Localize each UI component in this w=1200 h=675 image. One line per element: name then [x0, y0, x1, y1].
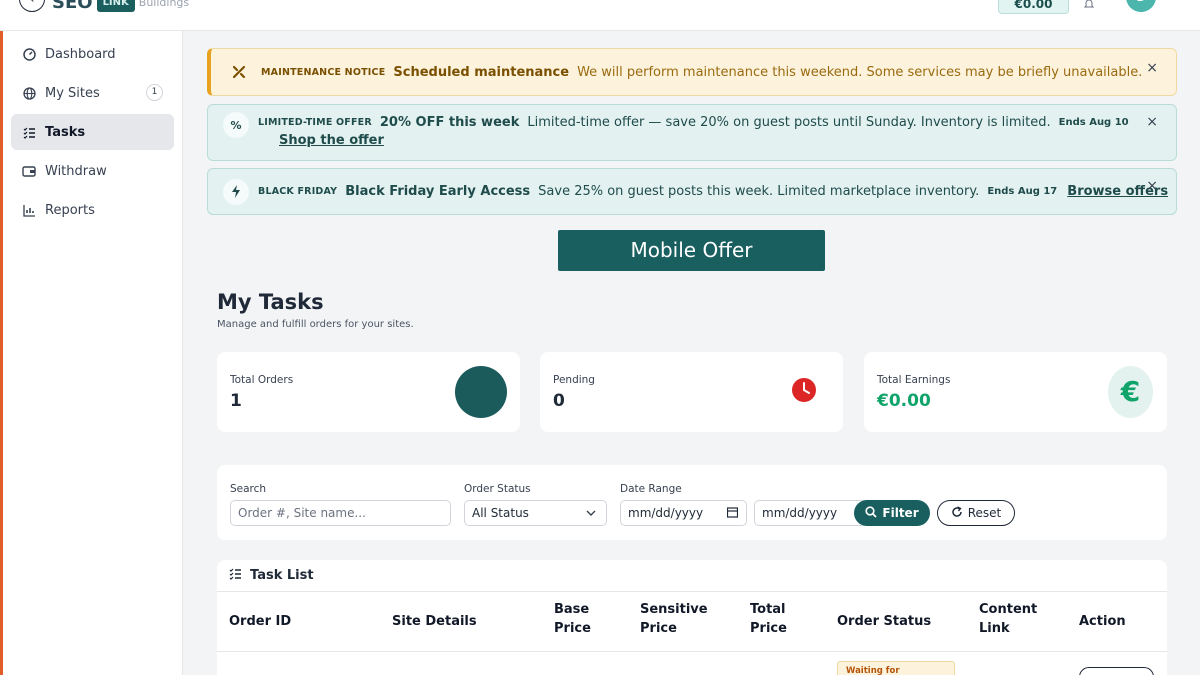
banner-tag: BLACK FRIDAY [258, 186, 338, 197]
wallet-icon [22, 164, 36, 178]
task-list-header: Task List [217, 560, 1167, 592]
chevron-down-icon [586, 501, 596, 533]
column-header-action[interactable]: Action [1079, 612, 1126, 631]
logo-subtext: Buildings [138, 0, 190, 9]
tools-icon [226, 59, 252, 85]
reset-button[interactable]: Reset [937, 500, 1015, 526]
header-divider [217, 651, 1167, 652]
banner-title: 20% OFF this week [379, 115, 520, 130]
close-icon[interactable]: × [1146, 114, 1158, 130]
sidebar-item-label: My Sites [45, 85, 100, 101]
calendar-icon [726, 501, 739, 533]
search-icon [865, 505, 878, 521]
orders-icon [455, 366, 507, 418]
page-subtitle: Manage and fulfill orders for your sites… [217, 319, 414, 330]
shop-offer-link[interactable]: Shop the offer [279, 133, 384, 148]
banner-tag: LIMITED-TIME OFFER [258, 117, 372, 128]
task-list-title: Task List [250, 568, 314, 583]
stat-value: 1 [230, 391, 242, 411]
pending-card: Pending 0 [540, 352, 843, 432]
percent-icon: % [223, 112, 249, 138]
lightning-icon [223, 178, 249, 205]
filter-button-label: Filter [882, 506, 919, 520]
sidebar-item-tasks[interactable]: Tasks [11, 114, 174, 150]
banner-message: Limited-time offer — save 20% on guest p… [527, 115, 1051, 130]
search-input[interactable] [230, 500, 451, 526]
logo-box: LINK [96, 0, 135, 12]
list-checks-icon [229, 568, 242, 584]
clock-icon [791, 377, 817, 407]
bell-icon[interactable] [1083, 0, 1095, 13]
tasks-icon [22, 125, 36, 139]
column-header-content-link[interactable]: Content Link [979, 600, 1044, 638]
sidebar-item-label: Withdraw [45, 163, 107, 179]
dashboard-icon [22, 47, 36, 61]
date-from-input[interactable]: mm/dd/yyyy [620, 500, 747, 526]
sidebar: Dashboard My Sites 1 Tasks Withdraw Repo… [0, 31, 183, 675]
banner-ends-date: Ends Aug 10 [1058, 117, 1129, 128]
stat-value: €0.00 [877, 391, 931, 411]
top-bar: ‹ SEO LINK Buildings €0.00 D [0, 0, 1200, 31]
refresh-icon [951, 505, 963, 521]
banner-message: We will perform maintenance this weekend… [577, 64, 1143, 80]
sidebar-accent-bar [0, 31, 3, 675]
stat-label: Total Orders [230, 374, 294, 386]
maintenance-banner: MAINTENANCE NOTICE Scheduled maintenance… [207, 48, 1177, 96]
balance-pill[interactable]: €0.00 [998, 0, 1069, 14]
status-badge: Waiting for [837, 661, 955, 675]
column-header-total-price[interactable]: Total Price [750, 600, 800, 638]
stat-value: 0 [553, 391, 565, 411]
chart-icon [22, 203, 36, 217]
date-to-input[interactable]: mm/dd/yyyy [754, 500, 864, 526]
page-title: My Tasks [217, 290, 324, 314]
order-status-value: All Status [472, 506, 529, 520]
filters-panel: Search Order Status All Status Date Rang… [217, 465, 1167, 540]
banner-title: Black Friday Early Access [345, 184, 531, 199]
search-label: Search [230, 483, 267, 495]
close-icon[interactable]: × [1146, 178, 1158, 194]
row-action-button[interactable] [1079, 667, 1154, 675]
logo-text: SEO [52, 0, 93, 13]
date-to-value: mm/dd/yyyy [762, 506, 838, 520]
sidebar-item-label: Reports [45, 202, 95, 218]
column-header-site-details[interactable]: Site Details [392, 612, 477, 631]
stat-label: Total Earnings [877, 374, 951, 386]
total-orders-card: Total Orders 1 [217, 352, 520, 432]
back-button[interactable]: ‹ [19, 0, 45, 12]
black-friday-banner: BLACK FRIDAY Black Friday Early Access S… [207, 168, 1177, 215]
avatar[interactable]: D [1126, 0, 1156, 12]
banner-title: Scheduled maintenance [393, 64, 570, 80]
order-status-select[interactable]: All Status [464, 500, 607, 526]
sidebar-item-label: Tasks [45, 124, 86, 140]
sidebar-item-withdraw[interactable]: Withdraw [11, 153, 174, 189]
column-header-order-status[interactable]: Order Status [837, 612, 931, 631]
euro-glyph: € [1120, 375, 1141, 408]
sidebar-item-dashboard[interactable]: Dashboard [11, 36, 174, 72]
banner-ends-date: Ends Aug 17 [987, 186, 1058, 197]
sidebar-item-label: Dashboard [45, 46, 116, 62]
stat-label: Pending [553, 374, 595, 386]
reset-button-label: Reset [967, 506, 1002, 520]
logo[interactable]: SEO LINK Buildings [52, 0, 189, 13]
column-header-base-price[interactable]: Base Price [554, 600, 604, 638]
total-earnings-card: Total Earnings €0.00 € [864, 352, 1167, 432]
task-list-panel: Task List Order ID Site Details Base Pri… [217, 560, 1167, 675]
chevron-left-icon: ‹ [29, 0, 34, 7]
order-status-label: Order Status [464, 483, 531, 495]
column-header-sensitive-price[interactable]: Sensitive Price [640, 600, 720, 638]
banner-tag: MAINTENANCE NOTICE [261, 66, 386, 78]
close-icon[interactable]: × [1146, 60, 1158, 76]
filter-button[interactable]: Filter [854, 500, 930, 526]
globe-icon [22, 86, 36, 100]
banner-message: Save 25% on guest posts this week. Limit… [538, 184, 980, 199]
column-header-order-id[interactable]: Order ID [229, 612, 291, 631]
date-range-label: Date Range [620, 483, 682, 495]
offer-banner: % LIMITED-TIME OFFER 20% OFF this week L… [207, 104, 1177, 161]
mobile-offer-button[interactable]: Mobile Offer [558, 230, 825, 271]
sidebar-item-my-sites[interactable]: My Sites 1 [11, 75, 174, 111]
date-from-value: mm/dd/yyyy [628, 506, 704, 520]
sites-count-badge: 1 [146, 84, 163, 101]
euro-icon: € [1108, 366, 1153, 418]
sidebar-item-reports[interactable]: Reports [11, 192, 174, 228]
